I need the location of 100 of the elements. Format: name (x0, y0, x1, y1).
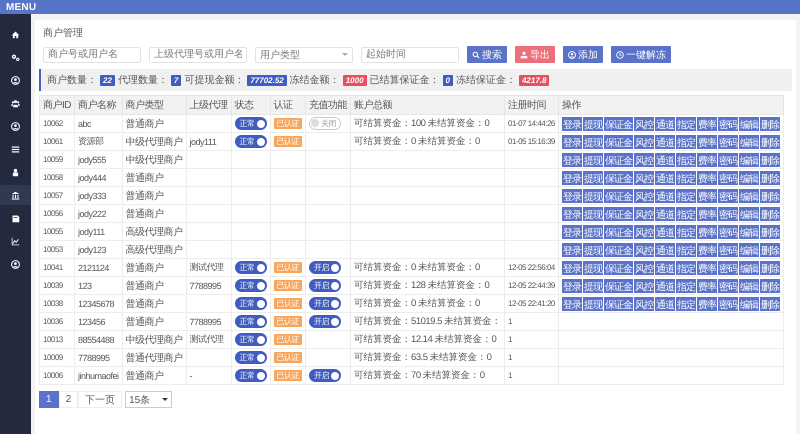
action-button[interactable]: 编辑 (738, 152, 759, 166)
action-button[interactable]: 编辑 (738, 296, 759, 310)
action-button[interactable]: 提现 (582, 296, 603, 310)
action-button[interactable]: 指定 (676, 224, 696, 238)
status-toggle[interactable]: 正常 (234, 315, 267, 328)
action-button[interactable]: 保证金 (604, 116, 633, 130)
action-button[interactable]: 费率 (696, 278, 717, 292)
action-button[interactable]: 登录 (562, 224, 582, 238)
action-button[interactable]: 费率 (696, 242, 717, 256)
recharge-toggle[interactable]: 开启 (309, 261, 342, 274)
action-button[interactable]: 提现 (582, 152, 603, 166)
action-button[interactable]: 密码 (718, 116, 738, 130)
action-button[interactable]: 指定 (676, 296, 696, 310)
action-button[interactable]: 指定 (676, 170, 696, 184)
action-button[interactable]: 风控 (634, 170, 654, 184)
action-button[interactable]: 保证金 (604, 170, 633, 184)
action-button[interactable]: 登录 (562, 260, 582, 274)
action-button[interactable]: 登录 (562, 206, 582, 220)
action-button[interactable]: 风控 (634, 188, 654, 202)
action-button[interactable]: 指定 (676, 206, 696, 220)
action-button[interactable]: 费率 (696, 188, 717, 202)
action-button[interactable]: 编辑 (738, 188, 759, 202)
action-button[interactable]: 密码 (718, 134, 738, 148)
action-button[interactable]: 保证金 (604, 224, 633, 238)
action-button[interactable]: 风控 (634, 152, 654, 166)
action-button[interactable]: 指定 (676, 278, 696, 292)
action-button[interactable]: 通道 (654, 260, 675, 274)
action-button[interactable]: 费率 (696, 152, 717, 166)
action-button[interactable]: 费率 (696, 134, 717, 148)
action-button[interactable]: 提现 (582, 224, 603, 238)
action-button[interactable]: 风控 (634, 116, 654, 130)
menu-title[interactable]: MENU (6, 2, 36, 12)
status-toggle[interactable]: 正常 (234, 333, 267, 346)
action-button[interactable]: 费率 (696, 296, 717, 310)
action-button[interactable]: 指定 (676, 134, 696, 148)
action-button[interactable]: 编辑 (738, 242, 759, 256)
action-button[interactable]: 密码 (718, 260, 738, 274)
action-button[interactable]: 编辑 (738, 206, 759, 220)
action-button[interactable]: 登录 (562, 170, 582, 184)
action-button[interactable]: 密码 (718, 278, 738, 292)
recharge-toggle[interactable]: 开启 (309, 279, 342, 292)
action-button[interactable]: 风控 (634, 134, 654, 148)
action-button[interactable]: 风控 (634, 224, 654, 238)
action-button[interactable]: 指定 (676, 260, 696, 274)
action-button[interactable]: 密码 (718, 242, 738, 256)
action-button[interactable]: 指定 (676, 116, 696, 130)
action-button[interactable]: 通道 (654, 170, 675, 184)
action-button[interactable]: 通道 (654, 206, 675, 220)
action-button[interactable]: 提现 (582, 260, 603, 274)
action-button[interactable]: 登录 (562, 296, 582, 310)
status-toggle[interactable]: 正常 (234, 261, 267, 274)
action-button[interactable]: 删除 (760, 206, 780, 220)
page-size-select[interactable]: 15条 (125, 391, 172, 408)
action-button[interactable]: 删除 (760, 260, 780, 274)
recharge-toggle[interactable]: 关闭 (309, 116, 342, 130)
action-button[interactable]: 保证金 (604, 296, 633, 310)
action-button[interactable]: 编辑 (738, 170, 759, 184)
action-button[interactable]: 风控 (634, 278, 654, 292)
action-button[interactable]: 删除 (760, 278, 780, 292)
action-button[interactable]: 删除 (760, 296, 780, 310)
action-button[interactable]: 删除 (760, 242, 780, 256)
action-button[interactable]: 费率 (696, 116, 717, 130)
action-button[interactable]: 密码 (718, 224, 738, 238)
action-button[interactable]: 指定 (676, 188, 696, 202)
toolbar-button[interactable]: 一键解冻 (611, 46, 671, 63)
action-button[interactable]: 通道 (654, 278, 675, 292)
action-button[interactable]: 提现 (582, 134, 603, 148)
status-toggle[interactable]: 正常 (234, 279, 267, 292)
action-button[interactable]: 登录 (562, 188, 582, 202)
status-toggle[interactable]: 正常 (234, 117, 267, 130)
action-button[interactable]: 费率 (696, 224, 717, 238)
action-button[interactable]: 通道 (654, 224, 675, 238)
status-toggle[interactable]: 正常 (234, 135, 267, 148)
action-button[interactable]: 保证金 (604, 260, 633, 274)
action-button[interactable]: 删除 (760, 134, 780, 148)
action-button[interactable]: 风控 (634, 296, 654, 310)
action-button[interactable]: 编辑 (738, 224, 759, 238)
input-field[interactable]: 商户号或用户名 (43, 46, 141, 62)
type-select[interactable]: 用户类型 (255, 46, 353, 62)
toolbar-button[interactable]: 搜索 (467, 46, 507, 63)
action-button[interactable]: 编辑 (738, 134, 759, 148)
action-button[interactable]: 费率 (696, 206, 717, 220)
action-button[interactable]: 密码 (718, 206, 738, 220)
action-button[interactable]: 指定 (676, 242, 696, 256)
action-button[interactable]: 风控 (634, 260, 654, 274)
action-button[interactable]: 删除 (760, 188, 780, 202)
action-button[interactable]: 删除 (760, 116, 780, 130)
action-button[interactable]: 费率 (696, 260, 717, 274)
action-button[interactable]: 通道 (654, 152, 675, 166)
toolbar-button[interactable]: 添加 (563, 46, 603, 63)
action-button[interactable]: 登录 (562, 242, 582, 256)
action-button[interactable]: 提现 (582, 170, 603, 184)
action-button[interactable]: 保证金 (604, 206, 633, 220)
action-button[interactable]: 密码 (718, 188, 738, 202)
action-button[interactable]: 删除 (760, 152, 780, 166)
status-toggle[interactable]: 正常 (234, 351, 267, 364)
action-button[interactable]: 提现 (582, 278, 603, 292)
action-button[interactable]: 保证金 (604, 188, 633, 202)
recharge-toggle[interactable]: 开启 (309, 369, 342, 382)
action-button[interactable]: 编辑 (738, 116, 759, 130)
